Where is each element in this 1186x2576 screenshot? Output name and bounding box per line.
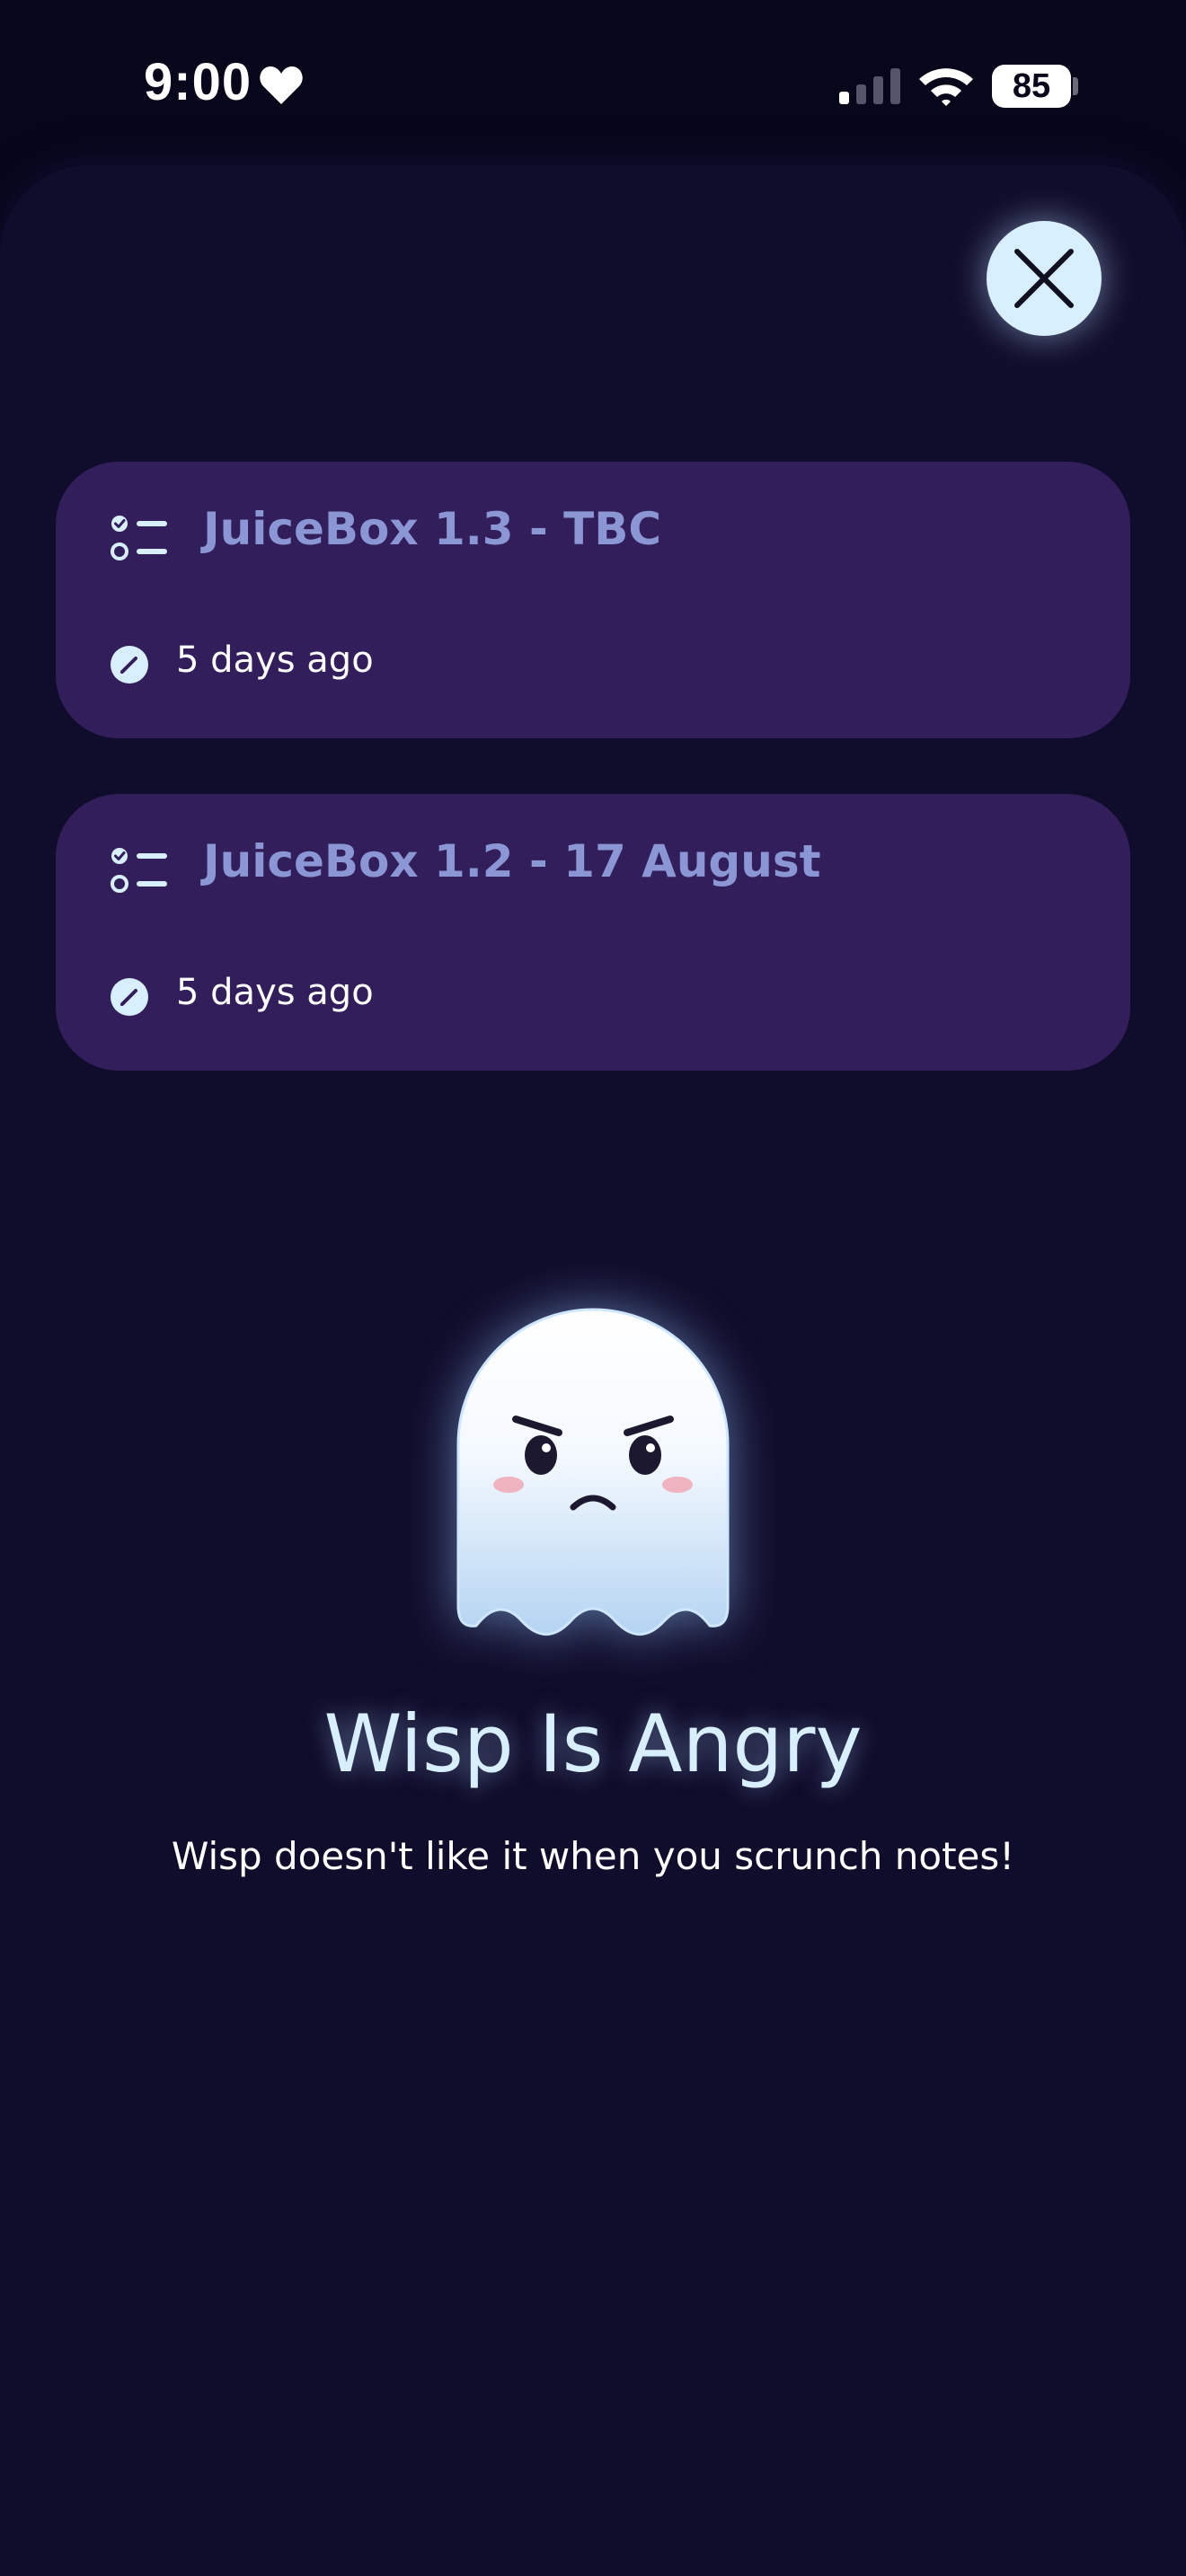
note-card[interactable]: JuiceBox 1.3 - TBC 5 days ago: [56, 462, 1130, 738]
checklist-icon: [111, 848, 167, 893]
note-edited-time: 5 days ago: [176, 972, 374, 1013]
note-title: JuiceBox 1.3 - TBC: [203, 503, 662, 555]
close-button[interactable]: [987, 221, 1102, 336]
note-title: JuiceBox 1.2 - 17 August: [203, 835, 821, 887]
edit-icon: [111, 978, 148, 1016]
empty-state-subtitle: Wisp doesn't like it when you scrunch no…: [171, 1834, 1015, 1878]
empty-state-title: Wisp Is Angry: [323, 1698, 863, 1790]
battery-cap: [1073, 77, 1078, 95]
angry-ghost-illustration: [456, 1308, 730, 1636]
close-icon: [1014, 249, 1074, 308]
signal-icon: [839, 68, 900, 104]
heart-icon: [260, 66, 303, 104]
battery-indicator: 85: [992, 65, 1071, 108]
status-bar: 9:00 85: [0, 0, 1186, 162]
note-card[interactable]: JuiceBox 1.2 - 17 August 5 days ago: [56, 794, 1130, 1071]
wifi-icon: [919, 68, 973, 106]
note-edited-time: 5 days ago: [176, 640, 374, 681]
page: 9:00 85 JuiceBox 1.3 - TBC 5 days ago Ju…: [0, 0, 1186, 2576]
edit-icon: [111, 646, 148, 684]
status-time: 9:00: [144, 53, 252, 111]
checklist-icon: [111, 516, 167, 560]
